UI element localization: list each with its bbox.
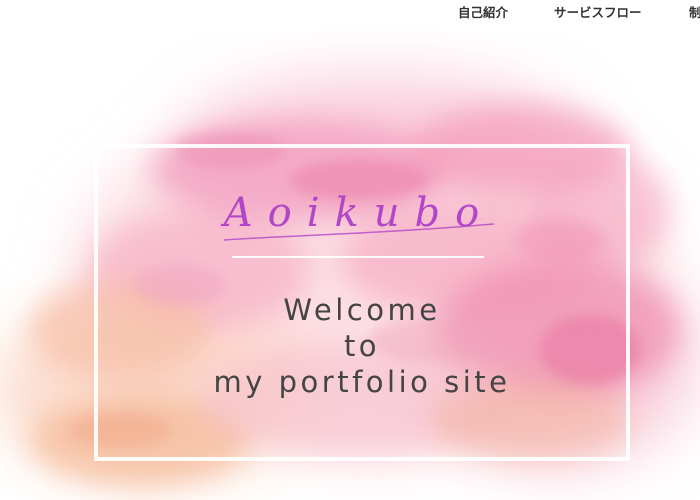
welcome-line-1: Welcome: [283, 293, 441, 327]
nav-item-service-flow[interactable]: サービスフロー: [554, 2, 642, 21]
top-nav: 自己紹介 サービスフロー 制: [0, 0, 700, 24]
nav-item-about[interactable]: 自己紹介: [458, 2, 508, 21]
nav-item-production[interactable]: 制: [689, 2, 700, 21]
hero-section: Aoikubo Welcome to my portfolio site: [0, 30, 700, 500]
welcome-message: Welcome to my portfolio site: [94, 292, 630, 400]
logo-text: Aoikubo: [220, 190, 494, 236]
logo: Aoikubo: [220, 190, 495, 241]
welcome-line-3: my portfolio site: [213, 365, 511, 399]
divider-line: [232, 256, 484, 258]
welcome-line-2: to: [343, 329, 381, 363]
